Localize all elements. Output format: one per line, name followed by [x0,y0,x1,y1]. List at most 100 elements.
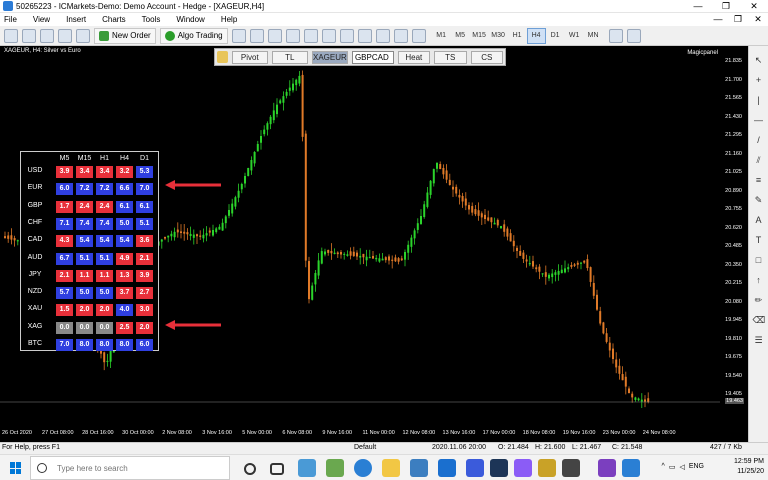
candle-body [596,294,598,310]
timeframe-m5[interactable]: M5 [451,28,470,44]
tl-button[interactable]: TL [271,50,308,64]
pivot-button[interactable]: Pivot [231,50,268,64]
shapes-icon[interactable]: □ [753,254,765,266]
horizontal-line-icon[interactable]: — [753,114,765,126]
app-icon-2[interactable] [326,459,344,477]
new-chart-icon[interactable] [4,28,18,43]
clock[interactable]: 12:59 PM 11/25/20 [734,457,764,477]
mt5-icon[interactable] [490,459,508,477]
bar-chart-icon[interactable] [231,28,246,43]
tray-chevron-icon[interactable]: ^ [662,463,665,471]
cursor-icon[interactable]: ↖ [753,54,765,66]
periods-icon[interactable] [411,28,426,43]
candle-body [218,226,221,230]
vertical-line-icon[interactable]: | [753,94,765,106]
timeframe-w1[interactable]: W1 [565,28,584,44]
heat-button[interactable]: Heat [397,50,431,64]
chart-restore-button[interactable]: ❐ [728,13,748,26]
profiles-icon[interactable] [22,28,36,43]
cs-button[interactable]: CS [470,50,503,64]
trendline-icon[interactable] [626,28,641,43]
app-icon-7[interactable] [622,459,640,477]
candle-body [538,266,541,272]
terminal-icon[interactable] [76,28,90,43]
chart-shift-icon[interactable] [339,28,354,43]
matrix-cell: 3.0 [136,304,153,317]
menu-insert[interactable]: Insert [66,13,86,26]
menu-charts[interactable]: Charts [102,13,126,26]
market-watch-icon[interactable] [40,28,54,43]
timeframe-mn[interactable]: MN [584,28,603,44]
timeframe-m1[interactable]: M1 [432,28,451,44]
price-tick: 20.485 [725,243,742,249]
eraser-icon[interactable]: ⌫ [753,314,766,326]
candle-body [634,397,637,400]
task-view-icon[interactable] [270,463,284,475]
store-icon[interactable] [410,459,428,477]
menu-help[interactable]: Help [221,13,237,26]
search-input[interactable] [57,463,217,473]
chart-close-button[interactable]: ✕ [748,13,768,26]
timeframe-m15[interactable]: M15 [470,28,489,44]
network-icon[interactable]: ▭ [669,463,676,471]
zoom-out-icon[interactable] [303,28,318,43]
candlestick-icon[interactable] [249,28,264,43]
pencil-icon[interactable]: ✏ [753,294,765,306]
menu-view[interactable]: View [33,13,50,26]
label-icon[interactable]: T [753,234,765,246]
timeframe-h4[interactable]: H4 [526,27,546,44]
app-icon-5[interactable] [538,459,556,477]
windows-start-icon[interactable] [10,462,22,474]
time-tick: 9 Nov 16:00 [322,430,353,436]
price-chart[interactable]: XAGEUR, H4: Silver vs Euro Magicpanel Pi… [0,46,748,442]
new-order-button[interactable]: New Order [94,27,156,44]
line-chart-icon[interactable] [267,28,282,43]
cortana-icon[interactable] [244,463,256,475]
timeframe-h1[interactable]: H1 [508,28,527,44]
objects-list-icon[interactable]: ☰ [753,334,765,346]
visual-studio-icon[interactable] [598,459,616,477]
app-icon-4[interactable] [514,459,532,477]
app-icon-6[interactable] [562,459,580,477]
candle-body [458,194,461,198]
symbol-dropdown[interactable]: GBPCAD ▾ [351,50,394,73]
close-button[interactable]: ✕ [740,0,768,13]
crosshair-tool-icon[interactable]: + [753,74,765,86]
navigator-icon[interactable] [58,28,72,43]
candle-body [173,231,176,238]
menu-file[interactable]: File [4,13,17,26]
ts-button[interactable]: TS [434,50,467,64]
indicators-icon[interactable] [375,28,390,43]
fibonacci-icon[interactable]: ≡ [753,174,765,186]
mail-icon[interactable] [438,459,456,477]
volume-icon[interactable]: ◁ [679,463,684,471]
menu-tools[interactable]: Tools [142,13,161,26]
timeframe-m30[interactable]: M30 [489,28,508,44]
language-indicator[interactable]: ENG [689,463,704,471]
xageur-button[interactable]: XAGEUR [311,50,348,64]
app-icon-1[interactable] [298,459,316,477]
maximize-button[interactable]: ❐ [712,0,740,13]
algo-trading-button[interactable]: Algo Trading [159,27,228,44]
taskbar-search[interactable] [30,456,230,480]
auto-scroll-icon[interactable] [357,28,372,43]
timeframe-d1[interactable]: D1 [546,28,565,44]
edge-icon[interactable] [354,459,372,477]
channel-icon[interactable]: ⫽ [753,154,765,166]
zoom-in-icon[interactable] [285,28,300,43]
gann-icon[interactable]: ✎ [753,194,765,206]
tile-windows-icon[interactable] [321,28,336,43]
candle-body [282,96,285,103]
minimize-button[interactable]: — [684,0,712,13]
trend-line-icon[interactable]: / [753,134,765,146]
templates-icon[interactable] [393,28,408,43]
menu-window[interactable]: Window [176,13,204,26]
arrows-icon[interactable]: ↑ [753,274,765,286]
text-icon[interactable]: A [753,214,765,226]
file-explorer-icon[interactable] [382,459,400,477]
chart-minimize-button[interactable]: — [708,13,728,26]
app-icon-3[interactable] [466,459,484,477]
crosshair-icon[interactable] [608,28,623,43]
broom-icon[interactable] [217,51,228,63]
candle-body [375,257,378,260]
